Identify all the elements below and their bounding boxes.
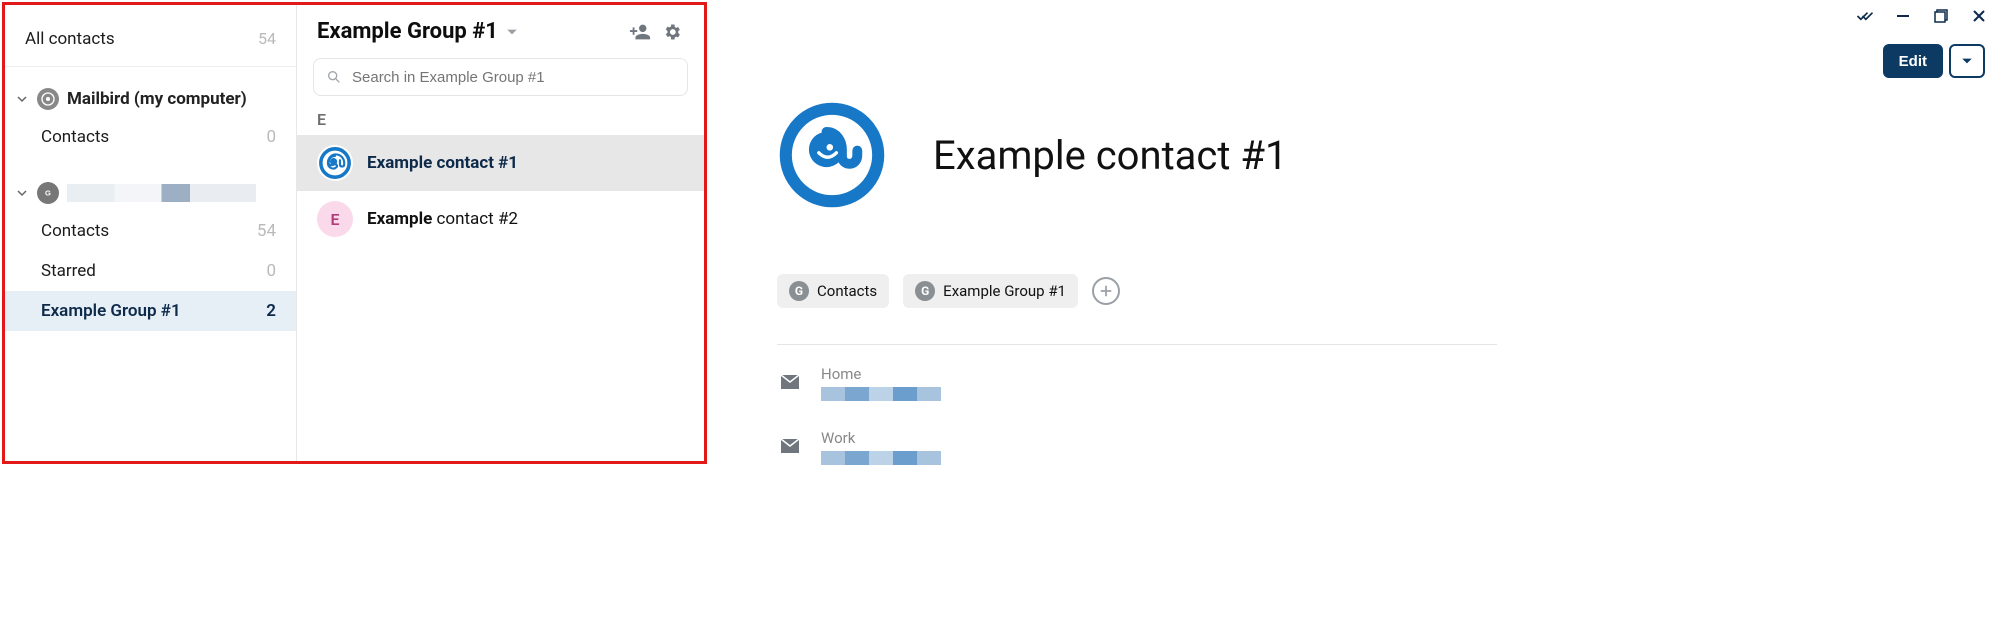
sidebar-account-google[interactable]: G (5, 175, 296, 211)
email-field-work: Work (777, 429, 1973, 465)
divider (777, 344, 1497, 345)
label: Contacts (41, 221, 257, 241)
sidebar-item-mailbird-contacts[interactable]: Contacts 0 (5, 117, 296, 157)
edit-dropdown-button[interactable] (1949, 44, 1985, 78)
mail-icon (777, 369, 803, 395)
contact-details: Edit Example contact #1 G Contacts (737, 0, 2003, 627)
svg-text:G: G (45, 188, 51, 197)
field-label: Work (821, 429, 941, 447)
search-icon (326, 69, 342, 85)
section-letter: E (297, 110, 704, 135)
chevron-down-icon[interactable] (506, 26, 518, 38)
google-icon: G (789, 281, 809, 301)
sidebar-account-mailbird[interactable]: Mailbird (my computer) (5, 81, 296, 117)
avatar (317, 145, 353, 181)
gear-icon[interactable] (660, 20, 684, 44)
count: 2 (266, 301, 276, 321)
mail-icon (777, 433, 803, 459)
search-field[interactable] (352, 69, 675, 86)
sidebar-item-google-contacts[interactable]: Contacts 54 (5, 211, 296, 251)
google-icon: G (37, 182, 59, 204)
contact-avatar (777, 100, 887, 210)
contact-name: Example contact #2 (367, 209, 518, 229)
contact-row[interactable]: E Example contact #2 (297, 191, 704, 247)
tag-label: Example Group #1 (943, 282, 1066, 300)
label: Contacts (41, 127, 266, 147)
count: 54 (257, 221, 276, 241)
edit-controls: Edit (1883, 44, 1985, 78)
sidebar-item-google-starred[interactable]: Starred 0 (5, 251, 296, 291)
contact-name-title: Example contact #1 (933, 132, 1287, 179)
list-title: Example Group #1 (317, 19, 498, 44)
chevron-down-icon (15, 188, 29, 198)
sidebar: All contacts 54 Mailbird (my computer) C… (5, 5, 297, 461)
mark-read-icon[interactable] (1855, 6, 1875, 26)
search-input[interactable] (313, 58, 688, 96)
all-contacts-count: 54 (258, 29, 276, 48)
email-value-redacted[interactable] (821, 387, 941, 401)
email-value-redacted[interactable] (821, 451, 941, 465)
google-icon: G (915, 281, 935, 301)
tag-label: Contacts (817, 282, 877, 300)
close-icon[interactable] (1969, 6, 1989, 26)
all-contacts-label: All contacts (25, 29, 258, 49)
sidebar-item-all-contacts[interactable]: All contacts 54 (5, 11, 296, 67)
email-field-home: Home (777, 365, 1973, 401)
tag-group[interactable]: G Example Group #1 (903, 274, 1078, 308)
edit-button[interactable]: Edit (1883, 44, 1943, 78)
window-controls (1855, 6, 1989, 26)
contact-list-panel: Example Group #1 E (297, 5, 704, 461)
sidebar-item-google-group[interactable]: Example Group #1 2 (5, 291, 296, 331)
minimize-icon[interactable] (1893, 6, 1913, 26)
account-google-label-redacted (67, 184, 256, 202)
add-tag-button[interactable] (1092, 277, 1120, 305)
count: 0 (266, 261, 276, 281)
contact-name: Example contact #1 (367, 153, 518, 173)
avatar: E (317, 201, 353, 237)
mailbird-icon (37, 88, 59, 110)
maximize-icon[interactable] (1931, 6, 1951, 26)
tag-contacts[interactable]: G Contacts (777, 274, 889, 308)
count: 0 (266, 127, 276, 147)
list-header: Example Group #1 (297, 19, 704, 58)
label: Starred (41, 261, 266, 281)
add-person-icon[interactable] (628, 20, 652, 44)
tags-row: G Contacts G Example Group #1 (777, 274, 1973, 308)
chevron-down-icon (15, 94, 29, 104)
account-mailbird-label: Mailbird (my computer) (67, 89, 247, 109)
label: Example Group #1 (41, 301, 266, 321)
field-label: Home (821, 365, 941, 383)
contact-row[interactable]: Example contact #1 (297, 135, 704, 191)
